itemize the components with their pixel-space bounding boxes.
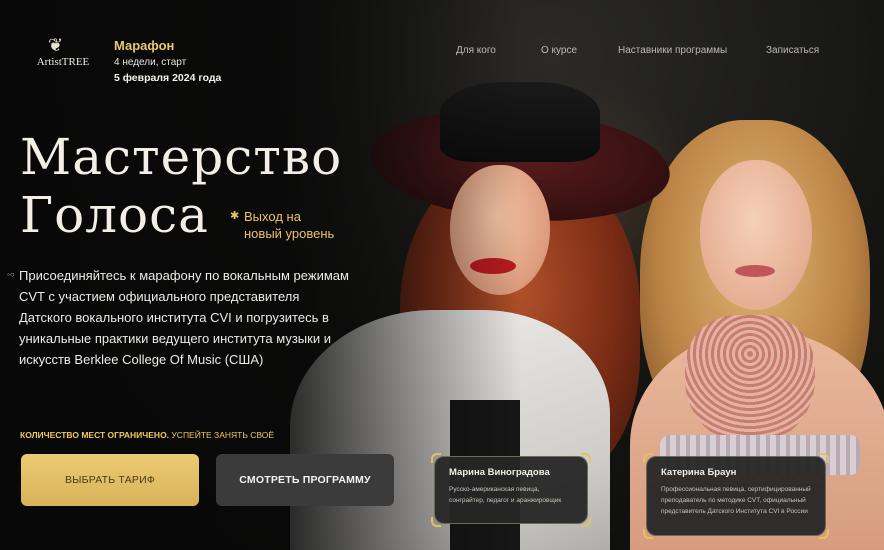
card-corner — [431, 453, 441, 463]
mentor-description: Русско-американская певица, сонграйтер, … — [449, 486, 562, 504]
view-program-button[interactable]: СМОТРЕТЬ ПРОГРАММУ — [216, 454, 394, 506]
tagline-line-2: новый уровень — [244, 226, 335, 241]
card-corner — [819, 453, 829, 463]
nav-link-for-whom[interactable]: Для кого — [456, 45, 496, 56]
mentor-2-necklace — [685, 315, 815, 445]
mentor-card: Марина Виноградова Русско-американская п… — [431, 453, 591, 527]
card-corner — [431, 517, 441, 527]
mentor-description: Профессиональная певица, сертифицированн… — [661, 486, 811, 515]
mentor-2-lips — [735, 265, 775, 277]
star-icon: ✱ — [230, 210, 240, 222]
mentor-name: Катерина Браун — [661, 467, 737, 478]
marathon-date: 5 февраля 2024 года — [114, 72, 222, 84]
mentor-name: Марина Виноградова — [449, 467, 550, 478]
card-corner — [581, 453, 591, 463]
nav-link-mentors[interactable]: Наставники программы — [618, 45, 727, 56]
marathon-duration: 4 недели, старт — [114, 57, 187, 68]
nav-link-signup[interactable]: Записаться — [766, 45, 819, 56]
card-corner — [643, 529, 653, 539]
tagline-line-1: Выход на — [244, 209, 301, 224]
logo-text: ArtistTREE — [36, 56, 90, 68]
title-line-1: Мастерство — [20, 128, 343, 186]
limited-notice-bold: КОЛИЧЕСТВО МЕСТ ОГРАНИЧЕНО. — [20, 430, 170, 440]
title-line-2: Голоса — [20, 186, 209, 244]
limited-notice-rest: УСПЕЙТЕ ЗАНЯТЬ СВОЁ — [169, 430, 275, 440]
nav-link-about[interactable]: О курсе — [541, 45, 577, 56]
bullet-icon: ◦○ — [7, 270, 15, 279]
choose-plan-button[interactable]: ВЫБРАТЬ ТАРИФ — [21, 454, 199, 506]
hero-description: Присоединяйтесь к марафону по вокальным … — [19, 268, 349, 367]
mentor-2-face — [700, 160, 812, 310]
tagline: ✱ Выход на новый уровень — [230, 208, 335, 242]
limited-notice: КОЛИЧЕСТВО МЕСТ ОГРАНИЧЕНО. УСПЕЙТЕ ЗАНЯ… — [20, 430, 274, 440]
card-corner — [643, 453, 653, 463]
logo[interactable]: ❦ ArtistTREE — [28, 36, 96, 72]
marathon-title: Марафон — [114, 38, 175, 53]
marathon-info: Марафон 4 недели, старт 5 февраля 2024 г… — [114, 38, 221, 84]
mentor-card: Катерина Браун Профессиональная певица, … — [643, 453, 829, 539]
tree-icon: ❦ — [48, 35, 64, 55]
